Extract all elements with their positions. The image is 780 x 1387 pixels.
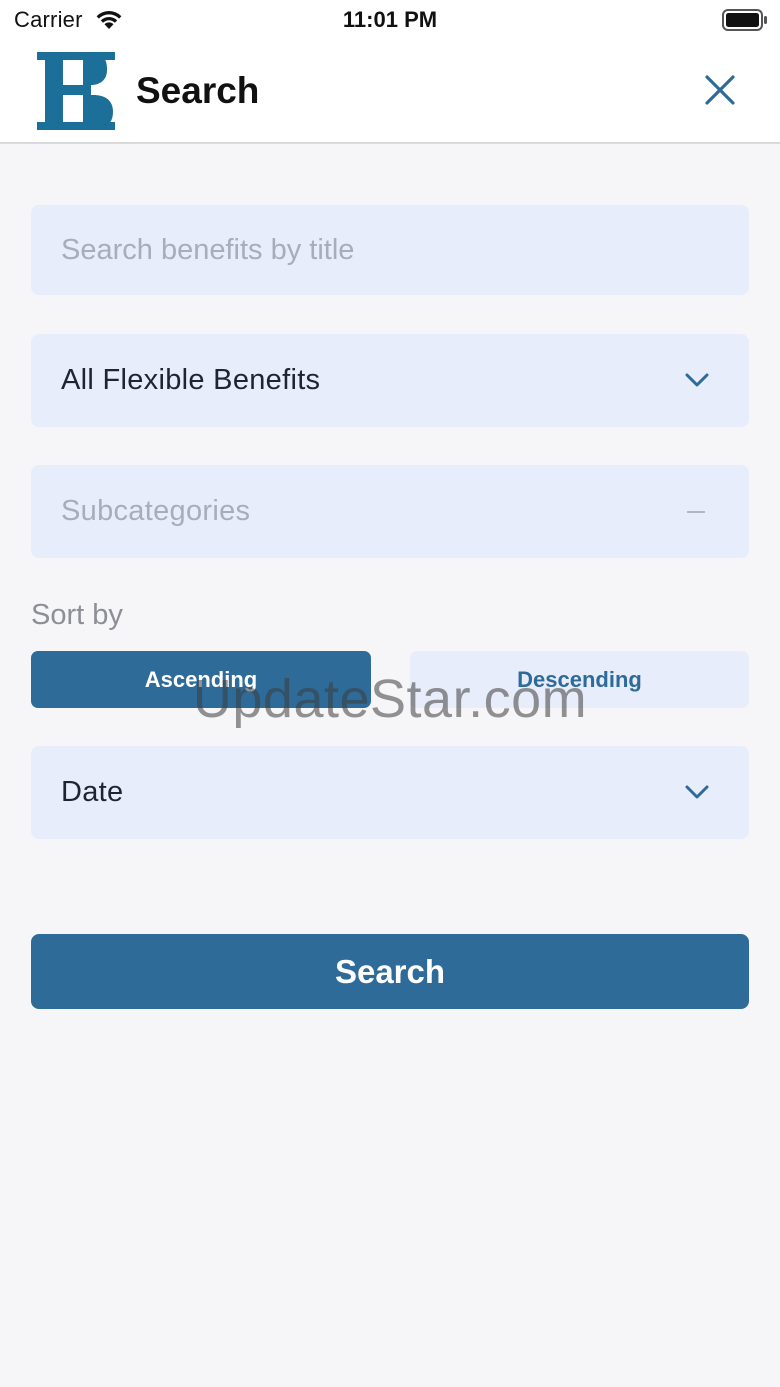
category-select[interactable]: All Flexible Benefits [31,334,749,427]
search-input[interactable] [31,205,749,295]
category-select-value: All Flexible Benefits [61,364,321,396]
dash-icon [687,510,705,513]
battery-icon [722,9,768,36]
app-header: Search [0,40,780,144]
subcategory-placeholder: Subcategories [61,495,251,527]
close-button[interactable] [700,70,740,110]
search-button[interactable]: Search [31,934,749,1009]
brand-logo [37,52,115,135]
status-time: 11:01 PM [342,7,438,32]
subcategory-select[interactable]: Subcategories [31,465,749,558]
chevron-down-icon [685,372,709,393]
sort-by-label: Sort by [31,599,123,631]
sort-ascending-button[interactable]: Ascending [31,651,371,708]
sort-descending-button[interactable]: Descending [410,651,749,708]
search-field [31,205,749,295]
sort-field-select[interactable]: Date [31,746,749,839]
page-title: Search [136,70,260,111]
sort-field-value: Date [61,776,124,808]
close-icon [705,75,735,105]
status-bar: Carrier 11:01 PM [0,0,780,40]
chevron-down-icon [685,784,709,805]
